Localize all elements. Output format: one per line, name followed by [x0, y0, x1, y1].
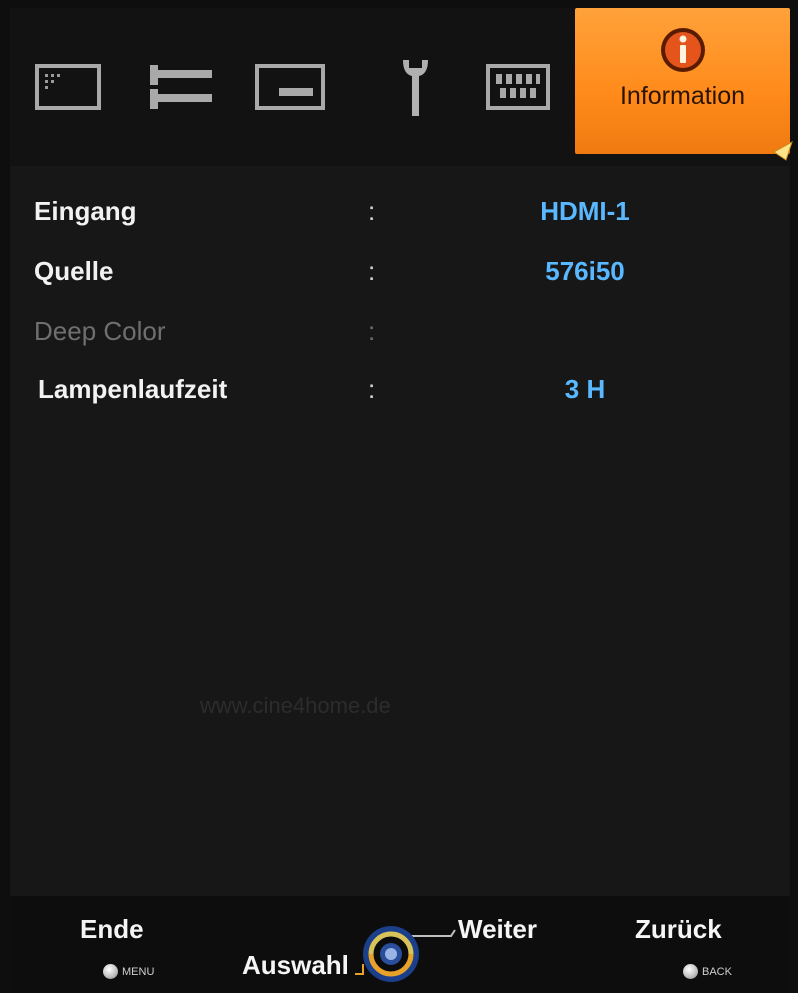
tab-information[interactable]: Information — [575, 8, 793, 161]
memory-icon — [486, 64, 550, 110]
back-key-hint: BACK — [683, 964, 732, 979]
row-separator: : — [368, 374, 376, 404]
watermark: www.cine4home.de — [200, 693, 391, 718]
row-value: HDMI-1 — [540, 196, 630, 226]
projector-osd-menu: Information Eingang : HDMI-1 Quelle : 57… — [10, 8, 793, 993]
row-value: 3 H — [564, 374, 606, 404]
menu-key-hint: MENU — [103, 964, 154, 979]
row-label: Deep Color — [34, 316, 166, 346]
weiter-button[interactable]: Weiter — [458, 914, 537, 945]
row-label: Eingang — [34, 196, 137, 226]
ende-button[interactable]: Ende — [80, 914, 144, 945]
tab-picture[interactable] — [28, 8, 108, 166]
menu-key-label: MENU — [122, 965, 155, 978]
info-row-eingang: Eingang : HDMI-1 — [10, 186, 790, 236]
info-icon — [659, 26, 707, 74]
auswahl-button[interactable]: Auswahl — [242, 950, 349, 981]
tab-information-label: Information — [619, 82, 746, 110]
row-label: Quelle — [34, 256, 114, 286]
wrench-icon — [400, 56, 430, 118]
info-row-lampenlaufzeit: Lampenlaufzeit : 3 H — [10, 364, 790, 414]
row-value: 576i50 — [545, 256, 625, 286]
tab-signal[interactable] — [140, 8, 220, 166]
signal-input-icon — [144, 59, 216, 115]
row-label: Lampenlaufzeit — [38, 374, 228, 404]
footer-bar: Ende MENU Auswahl Weiter Zurück BACK — [10, 896, 790, 993]
menu-tab-bar: Information — [10, 8, 793, 166]
tab-memory[interactable] — [478, 8, 558, 166]
info-row-deep-color: Deep Color : — [10, 306, 790, 356]
row-separator: : — [368, 316, 376, 346]
row-separator: : — [368, 256, 376, 286]
back-key-dot-icon — [683, 964, 698, 979]
picture-icon — [35, 64, 101, 110]
row-separator: : — [368, 196, 376, 226]
info-row-quelle: Quelle : 576i50 — [10, 246, 790, 296]
tab-screen[interactable] — [250, 8, 330, 166]
screen-icon — [255, 64, 325, 110]
navigation-pad-icon — [355, 914, 475, 989]
back-key-label: BACK — [702, 965, 732, 978]
tab-setup[interactable] — [385, 8, 445, 166]
zurueck-button[interactable]: Zurück — [635, 914, 722, 945]
menu-key-dot-icon — [103, 964, 118, 979]
pointer-cursor-icon — [772, 138, 796, 162]
